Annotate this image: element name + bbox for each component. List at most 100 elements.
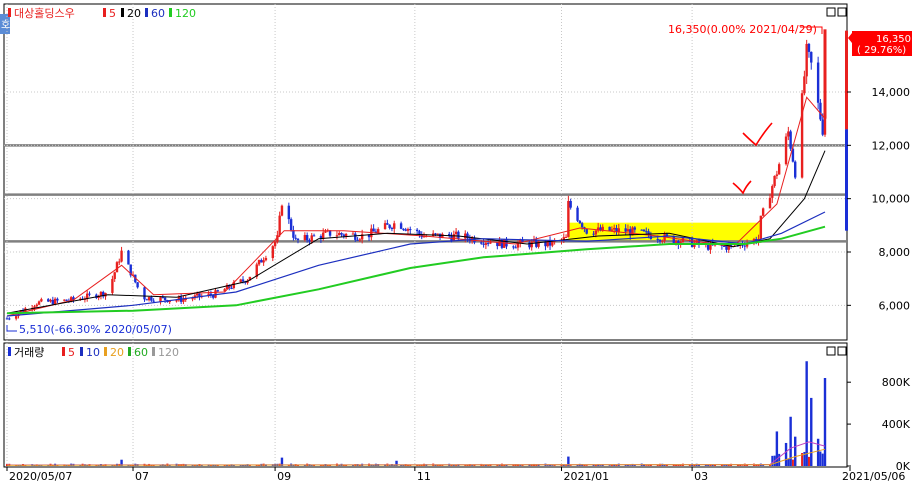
- candle-body: [262, 260, 265, 263]
- candle-body: [722, 245, 726, 247]
- volume-spike: [823, 378, 827, 466]
- high-annotation: 16,350(0.00% 2021/04/29): [668, 23, 817, 36]
- candle-body: [88, 293, 91, 295]
- low-annotation: 5,510(-66.30% 2020/05/07): [19, 323, 172, 336]
- volume-bar: [406, 465, 409, 466]
- candle-body: [803, 76, 806, 94]
- volume-close-button[interactable]: [837, 346, 847, 356]
- candle-body: [111, 278, 114, 293]
- candle-body: [564, 236, 568, 238]
- candle-body: [562, 237, 565, 240]
- candle-body: [152, 300, 155, 302]
- candle-body: [393, 223, 396, 229]
- candle-body: [452, 234, 456, 241]
- maximize-button[interactable]: [826, 7, 836, 17]
- candle-body: [661, 240, 664, 242]
- volume-bar: [819, 451, 822, 466]
- volume-spike: [794, 436, 797, 466]
- candle-body: [415, 229, 419, 232]
- candle-body: [594, 230, 598, 235]
- candle-body: [457, 231, 460, 239]
- legend-vma60: 60: [134, 346, 148, 359]
- candle-body: [409, 229, 412, 231]
- candle-body: [585, 228, 588, 234]
- close-button[interactable]: [837, 7, 847, 17]
- legend-ma20: 20: [127, 7, 141, 20]
- volume-maximize-button[interactable]: [826, 346, 836, 356]
- candle-body: [56, 298, 59, 301]
- candle-body: [624, 228, 627, 232]
- candle-body: [383, 223, 387, 230]
- legend-volume-name: 거래량: [14, 346, 44, 359]
- candle-body: [480, 242, 483, 244]
- candle-body: [512, 246, 515, 248]
- candle-body: [580, 223, 584, 228]
- legend-ma5-swatch: [103, 8, 106, 17]
- y-tick-label: 12,000: [872, 139, 911, 152]
- volume-bar: [565, 465, 568, 466]
- candle-body: [145, 299, 148, 301]
- candle-body: [53, 298, 57, 305]
- candle-body: [163, 297, 167, 301]
- candle-body: [312, 235, 316, 237]
- candle-body: [390, 227, 394, 229]
- candle-body: [113, 272, 116, 279]
- volume-bar: [807, 456, 810, 466]
- volume-bar: [599, 465, 602, 466]
- candle-body: [195, 293, 199, 296]
- legend-vma120: 120: [158, 346, 179, 359]
- candle-body: [287, 205, 291, 220]
- candle-body: [161, 297, 165, 299]
- y-tick-label: 10,000: [872, 193, 911, 206]
- last-candle: [823, 29, 827, 119]
- candle-body: [49, 299, 52, 302]
- volume-bar: [787, 458, 790, 466]
- candle-body: [386, 223, 389, 225]
- price-panel: [3, 3, 848, 341]
- candle-body: [271, 246, 274, 259]
- candle-body: [454, 231, 458, 235]
- candle-body: [633, 227, 637, 230]
- volume-bar: [723, 465, 726, 466]
- candle-body: [464, 233, 467, 239]
- candle-body: [294, 237, 297, 239]
- candle-body: [608, 226, 611, 231]
- current-value-pointer: [848, 33, 852, 43]
- candle-body: [418, 231, 421, 235]
- candle-body: [260, 260, 263, 263]
- edge-candle-down: [845, 129, 848, 231]
- volume-bar: [585, 465, 588, 466]
- current-value: 16,350: [876, 34, 911, 45]
- edge-candle-up: [845, 30, 848, 130]
- legend-vma20: 20: [110, 346, 124, 359]
- current-pct: ( 29.76%): [857, 45, 906, 56]
- candle-body: [789, 131, 792, 149]
- legend-ma60: 60: [151, 7, 165, 20]
- candle-body: [264, 258, 268, 261]
- volume-bar: [345, 465, 348, 466]
- candle-body: [239, 279, 242, 283]
- candle-body: [626, 229, 630, 232]
- candle-body: [127, 250, 130, 265]
- candle-body: [356, 239, 359, 241]
- candle-body: [354, 233, 357, 240]
- candle-body: [338, 232, 341, 236]
- candle-body: [530, 241, 533, 248]
- candle-body: [612, 227, 616, 230]
- candle-body: [674, 240, 678, 243]
- legend-volume-marker: [8, 347, 11, 356]
- legend-vma120-swatch: [152, 347, 155, 356]
- volume-y-tick-label: 400K: [882, 418, 911, 431]
- candle-body: [645, 231, 648, 233]
- candle-body: [65, 299, 68, 301]
- candle-body: [5, 318, 9, 320]
- candle-body: [292, 230, 295, 238]
- volume-bar: [769, 465, 772, 466]
- candle-body: [399, 223, 403, 229]
- legend-vma10: 10: [86, 346, 100, 359]
- x-tick-label: 09: [277, 470, 291, 483]
- candle-body: [303, 235, 307, 241]
- candle-body: [777, 164, 781, 175]
- candle-body: [230, 287, 233, 289]
- x-tick-label: 2021/01: [563, 470, 609, 483]
